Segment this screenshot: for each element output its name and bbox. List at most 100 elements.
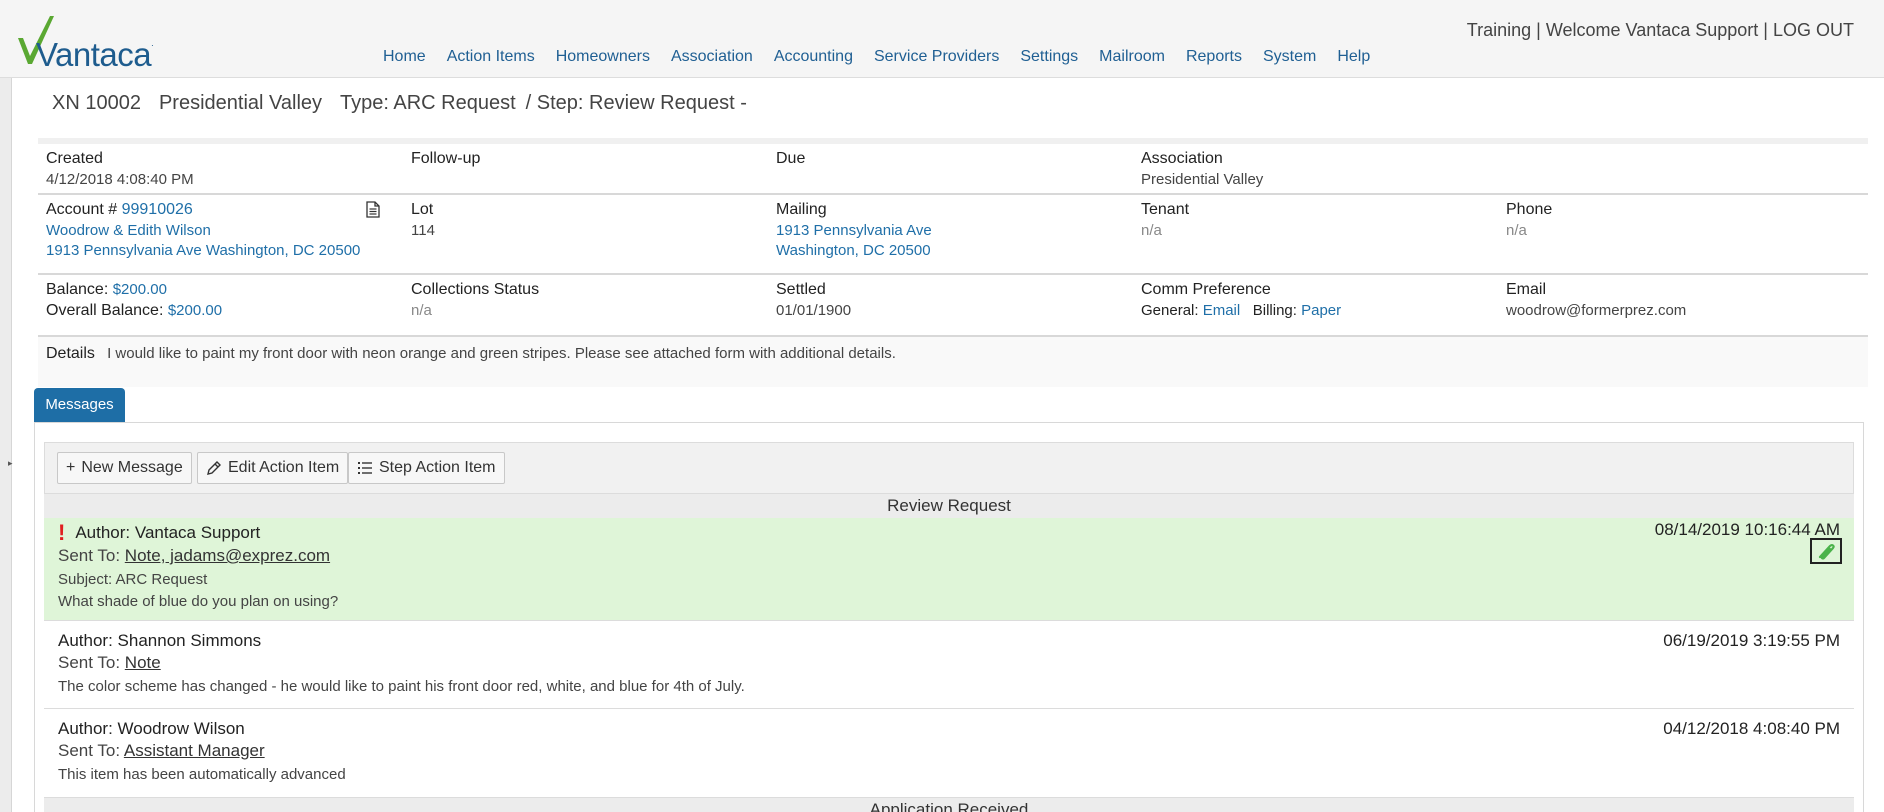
collapsed-sidebar[interactable]: ▸: [0, 78, 13, 812]
followup-label: Follow-up: [411, 150, 481, 167]
sent-to-label: Sent To:: [58, 653, 125, 672]
expand-arrow-icon[interactable]: ▸: [8, 458, 13, 469]
vantaca-logo[interactable]: Vantaca.: [16, 14, 156, 73]
email-cell: Email woodrow@formerprez.com: [1506, 281, 1686, 319]
account-address-link[interactable]: 1913 Pennsylvania Ave Washington, DC 205…: [46, 242, 376, 259]
tab-messages[interactable]: Messages: [34, 388, 125, 422]
account-owner-link[interactable]: Woodrow & Edith Wilson: [46, 222, 376, 239]
nav-home[interactable]: Home: [383, 48, 426, 66]
due-cell: Due: [776, 150, 805, 168]
sent-to-label: Sent To:: [58, 741, 124, 760]
settled-label: Settled: [776, 281, 826, 298]
sent-to-label: Sent To:: [58, 546, 125, 565]
user-bar: Training | Welcome Vantaca Support | LOG…: [1467, 20, 1854, 41]
overall-balance-label: Overall Balance:: [46, 302, 164, 319]
account-cell: Account # 99910026 Woodrow & Edith Wilso…: [46, 201, 380, 259]
welcome-text: Welcome Vantaca Support: [1545, 20, 1759, 40]
association-label: Association: [1141, 150, 1223, 167]
phone-value: n/a: [1506, 222, 1527, 239]
nav-action-items[interactable]: Action Items: [447, 48, 535, 66]
nav-service-providers[interactable]: Service Providers: [874, 48, 999, 66]
message-body: The color scheme has changed - he would …: [58, 678, 745, 695]
document-icon[interactable]: [366, 201, 380, 218]
details-value: I would like to paint my front door with…: [107, 345, 896, 362]
separator: |: [1531, 20, 1546, 40]
nav-settings[interactable]: Settings: [1020, 48, 1078, 66]
comm-general-label: General:: [1141, 302, 1199, 319]
created-label: Created: [46, 150, 103, 167]
info-row-balance: Balance: $200.00 Overall Balance: $200.0…: [38, 275, 1868, 337]
info-row-account: Account # 99910026 Woodrow & Edith Wilso…: [38, 195, 1868, 275]
nav-mailroom[interactable]: Mailroom: [1099, 48, 1165, 66]
new-message-button[interactable]: + New Message: [57, 452, 192, 484]
mailing-label: Mailing: [776, 201, 827, 218]
paperclip-icon: [1818, 544, 1835, 560]
edit-action-item-button[interactable]: Edit Action Item: [197, 452, 349, 484]
details-label: Details: [46, 345, 95, 362]
lot-label: Lot: [411, 201, 434, 218]
association-cell: Association Presidential Valley: [1141, 150, 1263, 188]
created-cell: Created 4/12/2018 4:08:40 PM: [46, 150, 194, 188]
balance-cell: Balance: $200.00 Overall Balance: $200.0…: [46, 281, 222, 320]
account-label: Account #: [46, 201, 118, 218]
nav-system[interactable]: System: [1263, 48, 1316, 66]
list-icon: [358, 462, 372, 474]
logout-link[interactable]: LOG OUT: [1773, 20, 1854, 40]
message-list: ! Author: Vantaca Support Sent To: Note, …: [44, 518, 1854, 798]
account-number-link[interactable]: 99910026: [122, 201, 193, 218]
message-subject: Subject: ARC Request: [58, 571, 208, 588]
due-label: Due: [776, 150, 806, 167]
comm-billing-value[interactable]: Paper: [1301, 302, 1341, 319]
sent-to-recipients[interactable]: Note, jadams@exprez.com: [125, 546, 330, 565]
phone-label: Phone: [1506, 201, 1553, 218]
lot-cell: Lot 114: [411, 201, 435, 239]
urgent-icon: !: [58, 520, 66, 545]
comm-billing-label: Billing:: [1252, 302, 1297, 319]
collections-value: n/a: [411, 302, 432, 319]
email-link[interactable]: woodrow@formerprez.com: [1506, 302, 1686, 319]
mailing-line2-link[interactable]: Washington, DC 20500: [776, 242, 932, 259]
message-body: What shade of blue do you plan on using?: [58, 593, 339, 610]
nav-association[interactable]: Association: [671, 48, 753, 66]
info-row-dates: Created 4/12/2018 4:08:40 PM Follow-up D…: [38, 138, 1868, 195]
email-label: Email: [1506, 281, 1547, 298]
nav-homeowners[interactable]: Homeowners: [556, 48, 650, 66]
overall-balance-link[interactable]: $200.00: [168, 302, 222, 319]
pencil-icon: [207, 461, 221, 475]
settled-cell: Settled 01/01/1900: [776, 281, 851, 319]
mailing-line1-link[interactable]: 1913 Pennsylvania Ave: [776, 222, 932, 239]
separator: |: [1758, 20, 1773, 40]
nav-accounting[interactable]: Accounting: [774, 48, 853, 66]
message-item[interactable]: ! Author: Vantaca Support Sent To: Note, …: [44, 518, 1854, 621]
balance-label: Balance:: [46, 281, 109, 298]
attachment-paperclip-icon[interactable]: [1810, 538, 1842, 564]
message-item[interactable]: Author: Woodrow Wilson Sent To: Assistan…: [44, 709, 1854, 798]
sent-to-recipients[interactable]: Note: [125, 653, 161, 672]
info-row-details: Details I would like to paint my front d…: [38, 337, 1868, 387]
message-author: Author: Woodrow Wilson: [58, 719, 245, 738]
lot-value: 114: [411, 222, 435, 239]
comm-general-value[interactable]: Email: [1203, 302, 1241, 319]
title-step: / Step: Review Request -: [525, 92, 747, 114]
step-action-item-button[interactable]: Step Action Item: [348, 452, 505, 484]
message-date: 06/19/2019 3:19:55 PM: [1663, 631, 1840, 650]
main-nav: Home Action Items Homeowners Association…: [383, 48, 1391, 66]
message-date: 08/14/2019 10:16:44 AM: [1654, 520, 1840, 539]
title-association: Presidential Valley: [158, 92, 323, 114]
edit-action-item-label: Edit Action Item: [228, 459, 340, 476]
balance-value-link[interactable]: $200.00: [113, 281, 167, 298]
plus-icon: +: [66, 459, 76, 476]
followup-cell: Follow-up: [411, 150, 480, 168]
message-item[interactable]: Author: Shannon Simmons Sent To: Note Th…: [44, 621, 1854, 709]
nav-help[interactable]: Help: [1337, 48, 1370, 66]
section-header-review-request: Review Request: [44, 494, 1854, 518]
mailing-cell: Mailing 1913 Pennsylvania Ave Washington…: [776, 201, 932, 259]
message-toolbar: + New Message Edit Action Item Step Actio…: [44, 442, 1854, 494]
logo-wordmark: Vantaca.: [36, 36, 154, 73]
action-item-id: XN 10002: [52, 92, 141, 114]
sent-to-recipients[interactable]: Assistant Manager: [124, 741, 265, 760]
nav-reports[interactable]: Reports: [1186, 48, 1242, 66]
section-header-application-received: Application Received: [44, 798, 1854, 812]
comm-preference-label: Comm Preference: [1141, 281, 1271, 298]
created-value: 4/12/2018 4:08:40 PM: [46, 171, 194, 188]
